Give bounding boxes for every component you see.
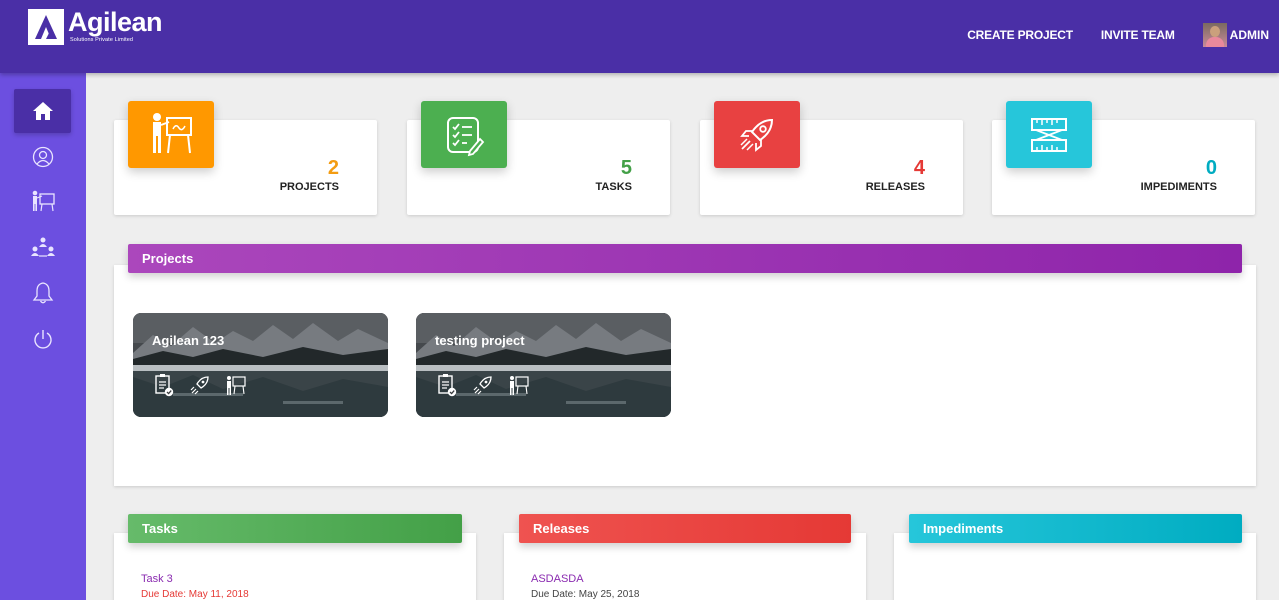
sidebar-item-home[interactable] [14,89,71,133]
presentation-icon [153,112,192,153]
stat-value: 2 [327,157,339,179]
presentation-icon[interactable] [225,373,247,397]
sidebar-item-team[interactable] [14,225,71,269]
project-card[interactable]: testing project [416,313,671,417]
sidebar-item-logout[interactable] [14,317,71,361]
stat-icon-box [128,101,214,168]
stat-icon-box [714,101,800,168]
project-card[interactable]: Agilean 123 [133,313,388,417]
stat-card-impediments[interactable]: 0 IMPEDIMENTS [992,101,1255,215]
avatar [1202,23,1227,47]
impediments-panel [894,533,1256,600]
release-item-due-date: Due Date: May 25, 2018 [531,589,640,600]
ruler-icon [1031,117,1067,152]
project-title: Agilean 123 [152,333,225,348]
impediments-section-header: Impediments [909,514,1242,543]
stat-card-projects[interactable]: 2 PROJECTS [114,101,377,215]
clipboard-check-icon[interactable] [153,373,175,397]
invite-team-link[interactable]: INVITE TEAM [1101,28,1175,42]
stat-label: TASKS [595,181,632,193]
rocket-icon [740,118,774,152]
agilean-logo[interactable]: Agilean Solutions Private Limited [28,7,163,49]
lake-mountain-image [133,313,388,417]
presentation-icon[interactable] [508,373,530,397]
stat-value: 5 [620,157,632,179]
bell-icon [32,282,53,304]
home-icon [32,102,53,120]
logo-name: Agilean [68,7,163,37]
top-nav: CREATE PROJECT INVITE TEAM ADMIN [967,0,1279,70]
stat-value: 0 [1205,157,1217,179]
clipboard-check-icon[interactable] [436,373,458,397]
task-item-title[interactable]: Task 3 [141,573,173,585]
rocket-icon[interactable] [472,373,494,397]
presentation-icon [32,190,55,212]
stat-label: PROJECTS [279,181,339,193]
lake-mountain-image [416,313,671,417]
sidebar-item-profile[interactable] [14,135,71,179]
stat-value: 4 [913,157,925,179]
stat-label: IMPEDIMENTS [1140,181,1217,193]
task-item-due-date: Due Date: May 11, 2018 [141,589,249,600]
stat-label: RELEASES [865,181,925,193]
releases-section-header: Releases [519,514,851,543]
sidebar-item-projects[interactable] [14,179,71,223]
release-item-title[interactable]: ASDASDA [531,573,584,585]
logo-mark [28,9,64,45]
user-menu[interactable]: ADMIN [1202,23,1269,47]
top-bar: Agilean Solutions Private Limited CREATE… [0,0,1279,73]
project-title: testing project [435,333,525,348]
stat-icon-box [421,101,507,168]
user-name: ADMIN [1229,28,1269,42]
tasks-section-header: Tasks [128,514,462,543]
checklist-icon [447,116,485,156]
stat-icon-box [1006,101,1092,168]
create-project-link[interactable]: CREATE PROJECT [967,28,1073,42]
sidebar-item-notifications[interactable] [14,271,71,315]
user-icon [32,146,53,168]
stat-card-tasks[interactable]: 5 TASKS [407,101,670,215]
team-icon [30,237,55,257]
stat-card-releases[interactable]: 4 RELEASES [700,101,963,215]
projects-section-header: Projects [128,244,1242,273]
power-icon [33,330,52,349]
logo-subtitle: Solutions Private Limited [70,37,134,43]
rocket-icon[interactable] [189,373,211,397]
sidebar [0,73,86,600]
